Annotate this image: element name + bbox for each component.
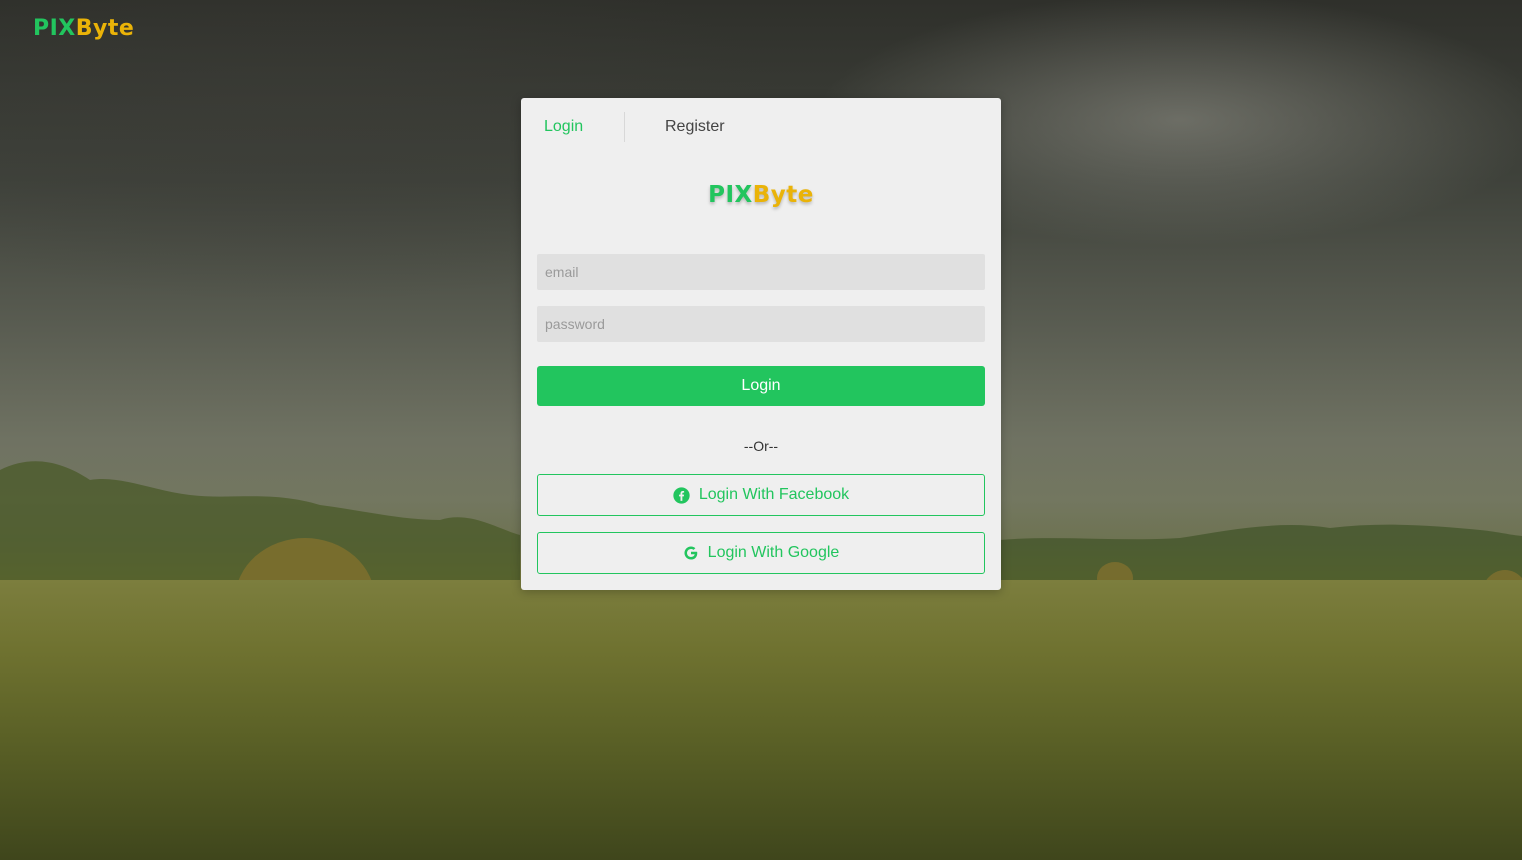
auth-card: Login Register PIXByte Login --Or-- Logi… — [521, 98, 1001, 590]
password-field[interactable] — [537, 306, 985, 342]
header-logo[interactable]: PIXByte — [33, 16, 134, 41]
tab-divider — [624, 112, 625, 142]
facebook-icon — [673, 486, 690, 504]
login-with-facebook-button[interactable]: Login With Facebook — [537, 474, 985, 516]
card-logo-byte: Byte — [752, 182, 814, 208]
facebook-button-label: Login With Facebook — [698, 486, 850, 503]
auth-tabs: Login Register — [521, 112, 1001, 142]
tab-login[interactable]: Login — [544, 112, 583, 142]
or-separator: --Or-- — [743, 438, 779, 454]
header-logo-pix: PIX — [33, 16, 76, 41]
login-with-google-button[interactable]: Login With Google — [537, 532, 985, 574]
card-logo-pix: PIX — [708, 182, 753, 208]
email-field[interactable] — [537, 254, 985, 290]
header-logo-byte: Byte — [75, 16, 135, 41]
login-button[interactable]: Login — [537, 366, 985, 406]
card-logo: PIXByte — [521, 182, 1001, 208]
tab-register[interactable]: Register — [665, 112, 725, 142]
google-button-label: Login With Google — [707, 544, 840, 561]
google-icon — [684, 546, 698, 560]
